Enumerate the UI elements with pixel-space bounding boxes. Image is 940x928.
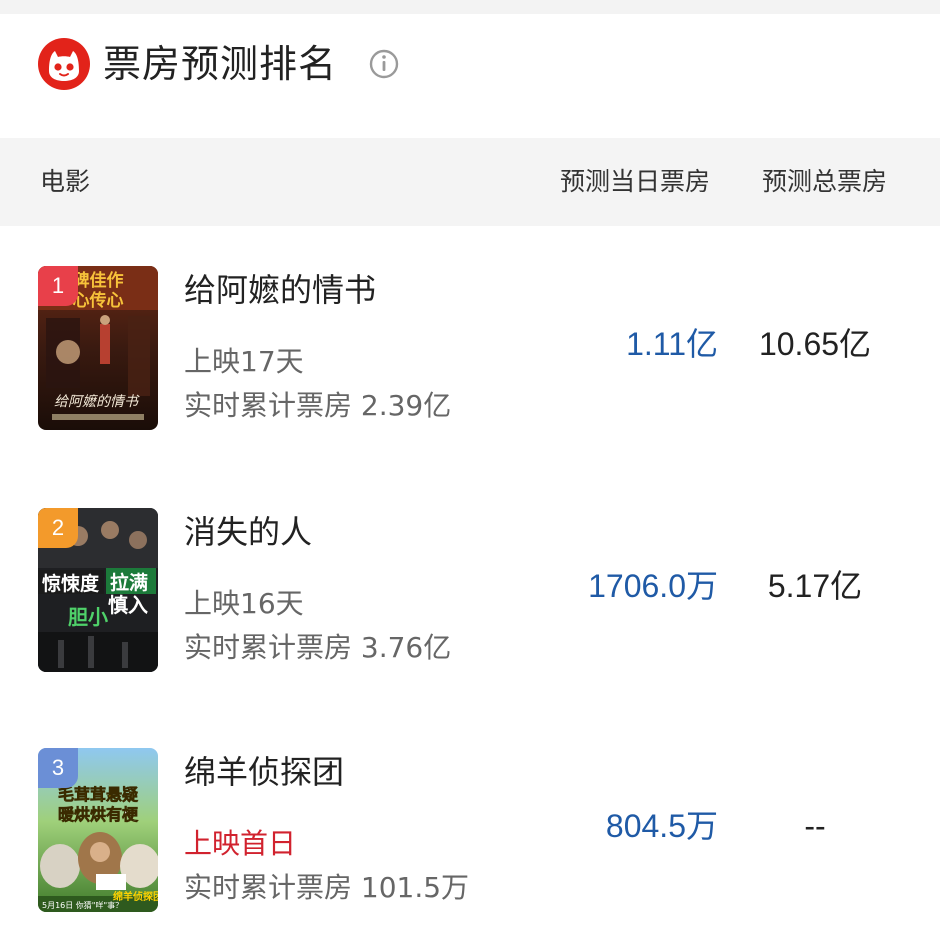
column-header-daily-forecast[interactable]: 预测当日票房 — [560, 166, 710, 198]
total-forecast-value: -- — [804, 808, 826, 844]
svg-text:胆小: 胆小 — [68, 605, 108, 629]
svg-text:慎入: 慎入 — [108, 593, 148, 617]
movie-row[interactable]: 碑佳作 心传心 给阿嬷的情书 1 给阿嬷的情书 上映17天 实时累计票房 2.3… — [0, 226, 940, 446]
column-header-movie: 电影 — [40, 167, 91, 196]
svg-text:碑佳作: 碑佳作 — [73, 270, 124, 291]
svg-text:心传心: 心传心 — [73, 290, 124, 311]
top-strip — [0, 0, 940, 14]
poster-title-text: 绵羊侦探团 — [113, 890, 158, 903]
cumulative-box-office: 实时累计票房 101.5万 — [184, 871, 470, 904]
svg-text:惊悚度: 惊悚度 — [42, 572, 100, 595]
poster-date-text: 5月16日 你猜"咩"事？ — [42, 900, 123, 910]
movie-row[interactable]: 惊悚度 拉满 胆小 慎入 2 消失的人 上映16天 实时累计票房 3.76亿 1… — [0, 468, 940, 688]
maoyan-cat-logo-icon — [38, 38, 90, 90]
cumulative-box-office: 实时累计票房 3.76亿 — [184, 631, 452, 664]
total-forecast-value: 5.17亿 — [767, 568, 863, 604]
info-icon[interactable] — [368, 48, 400, 80]
column-header-total-forecast[interactable]: 预测总票房 — [762, 166, 887, 198]
cumulative-box-office: 实时累计票房 2.39亿 — [184, 389, 452, 422]
movie-title[interactable]: 绵羊侦探团 — [184, 752, 344, 792]
release-days: 上映17天 — [184, 345, 304, 378]
poster-title-text: 给阿嬷的情书 — [54, 394, 140, 410]
release-days: 上映首日 — [184, 827, 297, 860]
movie-row[interactable]: 毛茸茸悬疑 暖烘烘有梗 5月16日 你猜"咩"事？ 绵羊侦探团 3 绵羊侦探团 … — [0, 708, 940, 928]
rank-badge: 1 — [38, 266, 78, 306]
daily-forecast-value: 1706.0万 — [588, 568, 718, 604]
table-header: 电影 预测当日票房 预测总票房 — [0, 138, 940, 226]
release-days: 上映16天 — [184, 587, 304, 620]
title-bar: 票房预测排名 — [0, 14, 940, 138]
page-title: 票房预测排名 — [103, 42, 338, 86]
svg-text:拉满: 拉满 — [110, 571, 148, 594]
movie-title[interactable]: 给阿嬷的情书 — [184, 270, 376, 310]
movie-title[interactable]: 消失的人 — [184, 512, 312, 552]
total-forecast-value: 10.65亿 — [758, 326, 872, 362]
rank-badge: 2 — [38, 508, 78, 548]
daily-forecast-value: 804.5万 — [605, 808, 718, 844]
svg-text:毛茸茸悬疑: 毛茸茸悬疑 — [58, 785, 138, 804]
svg-text:暖烘烘有梗: 暖烘烘有梗 — [58, 805, 139, 824]
rank-badge: 3 — [38, 748, 78, 788]
daily-forecast-value: 1.11亿 — [626, 326, 718, 362]
